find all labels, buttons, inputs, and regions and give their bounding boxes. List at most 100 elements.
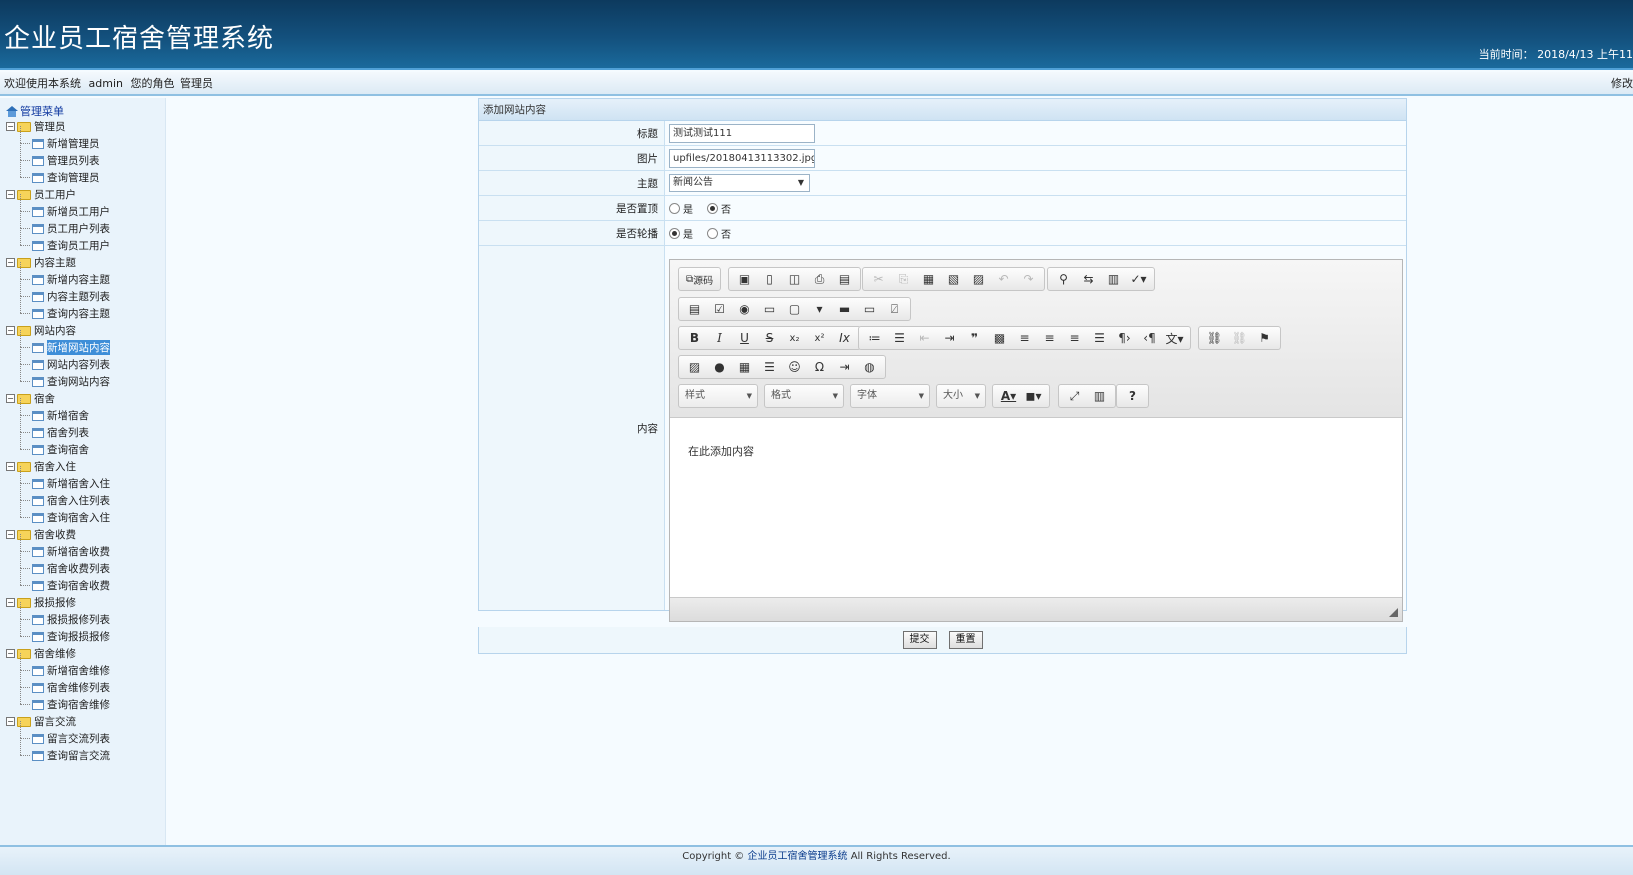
sidebar-item[interactable]: 新增网站内容 <box>6 330 110 356</box>
title-input[interactable]: 测试测试111 <box>669 123 815 143</box>
editor-content-area[interactable]: 在此添加内容 <box>670 419 1402 597</box>
top-yes-option[interactable]: 是 <box>669 201 693 216</box>
sidebar-item[interactable]: 宿舍入住列表 <box>6 483 110 509</box>
image-button-icon[interactable]: ▭ <box>857 298 882 320</box>
smiley-icon[interactable]: ☺ <box>782 356 807 378</box>
top-yes-radio[interactable] <box>669 202 680 214</box>
checkbox-icon[interactable]: ☑ <box>707 298 732 320</box>
sidebar-item[interactable]: 新增宿舍 <box>6 398 110 424</box>
format-combo[interactable]: 格式 ▼ <box>764 384 844 408</box>
collapse-icon[interactable]: − <box>6 122 15 131</box>
footer-link[interactable]: 企业员工宿舍管理系统 <box>748 851 848 862</box>
sidebar-item[interactable]: 查询员工用户 <box>6 228 110 254</box>
copy-icon[interactable]: ⎘ <box>891 268 916 290</box>
sidebar-item[interactable]: 查询宿舍维修 <box>6 687 110 713</box>
reset-button[interactable]: 重置 <box>948 631 983 649</box>
find-icon[interactable]: ⚲ <box>1051 268 1076 290</box>
sidebar-group[interactable]: − 员工用户 <box>6 186 110 203</box>
align-center-icon[interactable]: ≡ <box>1037 327 1062 349</box>
sidebar-item[interactable]: 留言交流列表 <box>6 721 110 747</box>
sidebar-item[interactable]: 新增员工用户 <box>6 194 110 220</box>
sidebar-item[interactable]: 报损报修列表 <box>6 602 110 628</box>
redo-icon[interactable]: ↷ <box>1016 268 1041 290</box>
show-blocks-icon[interactable]: ▥ <box>1087 385 1112 407</box>
sidebar-item[interactable]: 内容主题列表 <box>6 279 110 305</box>
new-page-icon[interactable]: ▯ <box>757 268 782 290</box>
select-field-icon[interactable]: ▾ <box>807 298 832 320</box>
style-combo[interactable]: 样式 ▼ <box>678 384 758 408</box>
textfield-icon[interactable]: ▭ <box>757 298 782 320</box>
undo-icon[interactable]: ↶ <box>991 268 1016 290</box>
menu-root[interactable]: 管理菜单 <box>6 104 110 118</box>
change-password-link[interactable]: 修改 <box>1611 72 1633 96</box>
special-char-icon[interactable]: Ω <box>807 356 832 378</box>
sidebar-item[interactable]: 宿舍维修列表 <box>6 670 110 696</box>
preview-icon[interactable]: ◫ <box>782 268 807 290</box>
indent-icon[interactable]: ⇥ <box>937 327 962 349</box>
numbered-list-icon[interactable]: ≔ <box>862 327 887 349</box>
collapse-icon[interactable]: − <box>6 190 15 199</box>
button-field-icon[interactable]: ▬ <box>832 298 857 320</box>
horizontal-line-icon[interactable]: ☰ <box>757 356 782 378</box>
top-no-radio[interactable] <box>707 202 718 214</box>
sidebar-group[interactable]: − 宿舍收费 <box>6 526 110 543</box>
sidebar-item[interactable]: 管理员列表 <box>6 143 110 169</box>
sidebar-item[interactable]: 查询留言交流 <box>6 738 110 764</box>
sidebar-item[interactable]: 查询宿舍 <box>6 432 110 458</box>
sidebar-item[interactable]: 查询报损报修 <box>6 619 110 645</box>
topic-select[interactable]: 新闻公告 ▼ <box>669 174 810 192</box>
collapse-icon[interactable]: − <box>6 530 15 539</box>
radio-icon[interactable]: ◉ <box>732 298 757 320</box>
templates-icon[interactable]: ▤ <box>832 268 857 290</box>
source-button[interactable]: ⧉ 源码 <box>682 268 717 290</box>
paste-text-icon[interactable]: ▧ <box>941 268 966 290</box>
collapse-icon[interactable]: − <box>6 717 15 726</box>
ltr-icon[interactable]: ¶› <box>1112 327 1137 349</box>
flash-icon[interactable]: ● <box>707 356 732 378</box>
subscript-icon[interactable]: x₂ <box>782 327 807 349</box>
carousel-yes-option[interactable]: 是 <box>669 226 693 241</box>
bg-color-icon[interactable]: ◼▾ <box>1021 385 1046 407</box>
rtl-icon[interactable]: ‹¶ <box>1137 327 1162 349</box>
language-icon[interactable]: 文▾ <box>1162 327 1187 349</box>
div-container-icon[interactable]: ▩ <box>987 327 1012 349</box>
resize-handle-icon[interactable] <box>1389 608 1398 617</box>
superscript-icon[interactable]: x² <box>807 327 832 349</box>
save-icon[interactable]: ▣ <box>732 268 757 290</box>
spellcheck-icon[interactable]: ✓▾ <box>1126 268 1151 290</box>
sidebar-item[interactable]: 员工用户列表 <box>6 211 110 237</box>
select-all-icon[interactable]: ▥ <box>1101 268 1126 290</box>
sidebar-item[interactable]: 查询宿舍收费 <box>6 568 110 594</box>
remove-format-icon[interactable]: Ix <box>832 327 857 349</box>
collapse-icon[interactable]: − <box>6 258 15 267</box>
carousel-yes-radio[interactable] <box>669 227 680 239</box>
sidebar-group[interactable]: − 宿舍 <box>6 390 110 407</box>
bulleted-list-icon[interactable]: ☰ <box>887 327 912 349</box>
align-justify-icon[interactable]: ☰ <box>1087 327 1112 349</box>
link-icon[interactable]: ⛓ <box>1202 327 1227 349</box>
sidebar-item[interactable]: 网站内容列表 <box>6 347 110 373</box>
blockquote-icon[interactable]: ❞ <box>962 327 987 349</box>
image-icon[interactable]: ▨ <box>682 356 707 378</box>
align-left-icon[interactable]: ≡ <box>1012 327 1037 349</box>
iframe-icon[interactable]: ◍ <box>857 356 882 378</box>
underline-icon[interactable]: U <box>732 327 757 349</box>
sidebar-item[interactable]: 宿舍列表 <box>6 415 110 441</box>
text-color-icon[interactable]: A▾ <box>996 385 1021 407</box>
italic-icon[interactable]: I <box>707 327 732 349</box>
paste-word-icon[interactable]: ▨ <box>966 268 991 290</box>
sidebar-item[interactable]: 新增宿舍收费 <box>6 534 110 560</box>
sidebar-item[interactable]: 新增管理员 <box>6 126 110 152</box>
outdent-icon[interactable]: ⇤ <box>912 327 937 349</box>
textarea-icon[interactable]: ▢ <box>782 298 807 320</box>
collapse-icon[interactable]: − <box>6 326 15 335</box>
maximize-icon[interactable]: ⤢ <box>1062 385 1087 407</box>
bold-icon[interactable]: B <box>682 327 707 349</box>
hidden-field-icon[interactable]: ⍁ <box>882 298 907 320</box>
print-icon[interactable]: ⎙ <box>807 268 832 290</box>
collapse-icon[interactable]: − <box>6 598 15 607</box>
cut-icon[interactable]: ✂ <box>866 268 891 290</box>
strikethrough-icon[interactable]: S <box>757 327 782 349</box>
align-right-icon[interactable]: ≡ <box>1062 327 1087 349</box>
unlink-icon[interactable]: ⛓ <box>1227 327 1252 349</box>
